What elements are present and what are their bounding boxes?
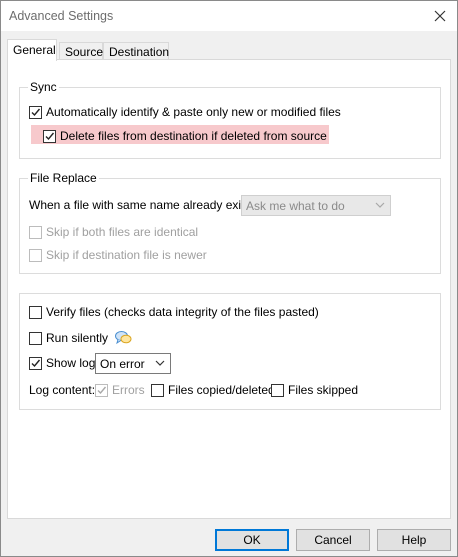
auto-identify-label: Automatically identify & paste only new … — [46, 105, 341, 119]
log-mode-dropdown[interactable]: On error — [95, 353, 171, 374]
sync-group: Sync — [19, 80, 441, 159]
cancel-button[interactable]: Cancel — [296, 529, 370, 551]
skip-newer-checkbox[interactable] — [29, 249, 42, 262]
files-skipped-row: Files skipped — [271, 383, 358, 398]
file-exists-row: When a file with same name already exist… — [29, 198, 260, 213]
tab-source[interactable]: Source — [59, 42, 103, 60]
errors-row: Errors — [95, 383, 145, 398]
close-icon — [434, 10, 446, 22]
auto-identify-checkbox[interactable] — [29, 106, 42, 119]
log-content-row: Log content: — [29, 383, 95, 398]
delete-files-checkbox[interactable] — [43, 130, 56, 143]
verify-label: Verify files (checks data integrity of t… — [46, 305, 319, 319]
files-skipped-checkbox[interactable] — [271, 384, 284, 397]
run-silently-row: Run silently — [29, 330, 132, 346]
skip-newer-row: Skip if destination file is newer — [29, 248, 207, 263]
advanced-settings-dialog: Advanced Settings General Source Destina… — [0, 0, 458, 557]
file-exists-dropdown-value: Ask me what to do — [246, 198, 345, 213]
skip-identical-checkbox[interactable] — [29, 226, 42, 239]
run-silently-checkbox[interactable] — [29, 331, 42, 345]
check-icon — [97, 386, 107, 395]
verify-checkbox[interactable] — [29, 306, 42, 319]
chevron-down-icon — [375, 202, 385, 208]
log-content-label: Log content: — [29, 383, 96, 397]
file-exists-label: When a file with same name already exist… — [29, 198, 260, 212]
skip-identical-row: Skip if both files are identical — [29, 225, 198, 240]
verify-row: Verify files (checks data integrity of t… — [29, 305, 319, 320]
check-icon — [45, 132, 55, 141]
files-copied-checkbox[interactable] — [151, 384, 164, 397]
window-title: Advanced Settings — [9, 9, 114, 23]
skip-identical-label: Skip if both files are identical — [46, 225, 199, 239]
delete-files-row: Delete files from destination if deleted… — [43, 129, 327, 144]
title-bar: Advanced Settings — [1, 1, 457, 31]
file-exists-dropdown[interactable]: Ask me what to do — [241, 195, 391, 216]
show-log-row: Show log — [29, 356, 95, 371]
dialog-button-bar: OK Cancel Help — [1, 519, 457, 556]
show-log-label: Show log — [46, 356, 96, 370]
files-skipped-label: Files skipped — [288, 383, 359, 397]
speech-bubble-icon — [115, 331, 132, 345]
check-icon — [31, 359, 41, 368]
errors-checkbox[interactable] — [95, 384, 108, 397]
log-mode-dropdown-value: On error — [100, 356, 145, 371]
chevron-down-icon — [155, 360, 165, 366]
ok-button[interactable]: OK — [215, 529, 289, 551]
help-button[interactable]: Help — [377, 529, 451, 551]
show-log-checkbox[interactable] — [29, 357, 42, 370]
files-copied-row: Files copied/deleted — [151, 383, 275, 398]
close-button[interactable] — [423, 1, 457, 31]
tab-general[interactable]: General — [7, 39, 57, 61]
tab-destination[interactable]: Destination — [103, 42, 169, 60]
files-copied-label: Files copied/deleted — [168, 383, 275, 397]
skip-newer-label: Skip if destination file is newer — [46, 248, 207, 262]
sync-group-title: Sync — [28, 80, 59, 94]
check-icon — [31, 108, 41, 117]
errors-label: Errors — [112, 383, 145, 397]
delete-files-label: Delete files from destination if deleted… — [60, 129, 327, 143]
file-replace-group-title: File Replace — [28, 171, 99, 185]
auto-identify-row: Automatically identify & paste only new … — [29, 105, 341, 120]
run-silently-label: Run silently — [46, 330, 109, 345]
